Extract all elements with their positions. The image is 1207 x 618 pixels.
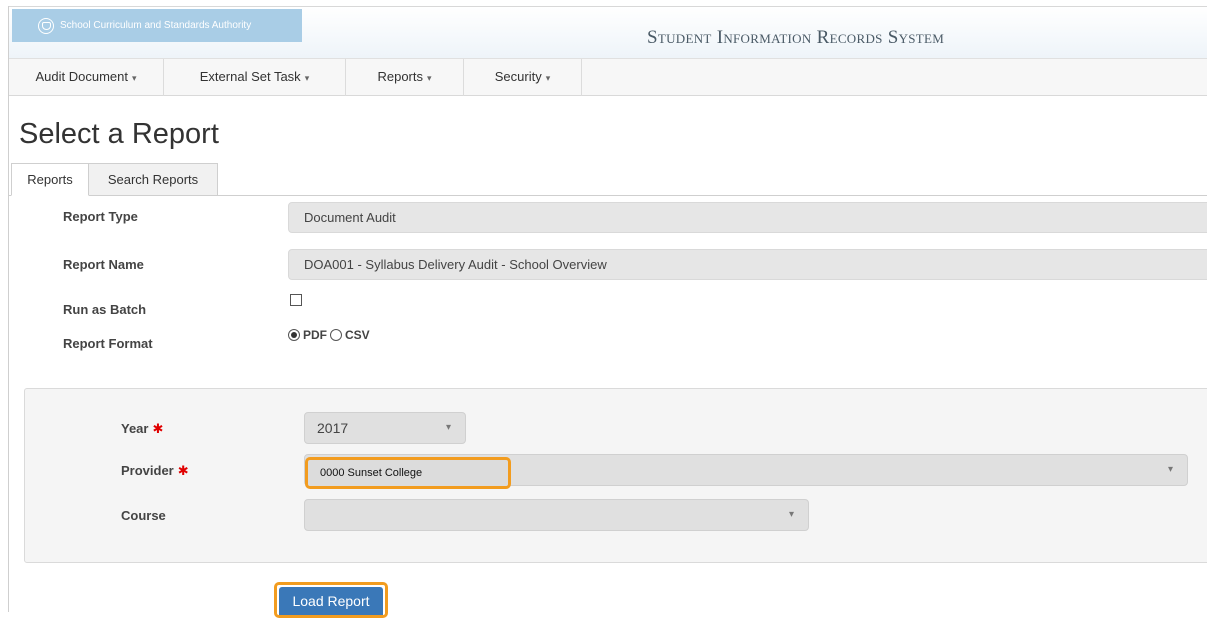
nav-label: External Set Task — [199, 69, 301, 84]
report-format-label: Report Format — [63, 336, 153, 351]
run-as-batch-label: Run as Batch — [63, 302, 147, 317]
radio-pdf-label: PDF — [303, 328, 327, 342]
run-as-batch-checkbox[interactable] — [290, 294, 302, 306]
provider-label: Provider ✱ — [121, 463, 189, 479]
nav-label: Reports — [377, 69, 423, 84]
app-header: School Curriculum and Standards Authorit… — [9, 7, 1207, 58]
nav-label: Audit Document — [35, 69, 128, 84]
load-report-button[interactable]: Load Report — [279, 587, 383, 615]
year-select[interactable]: 2017 ▾ — [304, 412, 466, 444]
report-name-label: Report Name — [63, 257, 144, 272]
year-value: 2017 — [317, 420, 349, 436]
chevron-down-icon: ▾ — [427, 73, 432, 83]
main-nav: Audit Document ▾ External Set Task ▾ Repor… — [9, 58, 1207, 96]
chevron-down-icon: ▾ — [545, 73, 551, 83]
frame-left-border — [8, 6, 9, 612]
tab-reports[interactable]: Reports — [11, 163, 89, 196]
report-type-label: Report Type — [63, 209, 138, 224]
year-label: Year ✱ — [121, 421, 163, 437]
chevron-down-icon: ▾ — [304, 73, 310, 83]
radio-pdf[interactable] — [288, 329, 300, 341]
nav-external-set-task[interactable]: External Set Task ▾ — [164, 59, 346, 96]
nav-reports[interactable]: Reports ▾ — [346, 59, 464, 96]
nav-security[interactable]: Security ▾ — [464, 59, 582, 96]
chevron-down-icon: ▾ — [788, 509, 794, 520]
authority-name: School Curriculum and Standards Authorit… — [60, 20, 252, 31]
page-title: Select a Report — [19, 118, 219, 150]
tab-search-reports[interactable]: Search Reports — [88, 163, 218, 196]
provider-selected-value[interactable]: 0000 Sunset College — [305, 457, 511, 489]
course-select[interactable]: ▾ — [304, 499, 809, 531]
radio-csv[interactable] — [330, 329, 342, 341]
chevron-down-icon: ▾ — [1167, 464, 1173, 475]
required-icon: ✱ — [177, 463, 189, 478]
system-title: Student Information Records System — [647, 27, 945, 48]
provider-label-text: Provider — [121, 463, 174, 478]
report-name-field: DOA001 - Syllabus Delivery Audit - Schoo… — [288, 249, 1207, 280]
nav-label: Security — [494, 69, 542, 84]
nav-audit-document[interactable]: Audit Document ▾ — [9, 59, 164, 96]
authority-logo[interactable]: School Curriculum and Standards Authorit… — [12, 9, 302, 42]
load-report-highlight: Load Report — [274, 582, 388, 618]
crest-icon — [38, 17, 54, 34]
year-label-text: Year — [121, 421, 149, 436]
required-icon: ✱ — [152, 421, 164, 436]
tab-divider — [9, 195, 1207, 196]
radio-csv-label: CSV — [345, 328, 370, 342]
chevron-down-icon: ▾ — [445, 422, 451, 433]
report-format-options: PDF CSV — [288, 328, 370, 342]
report-type-field: Document Audit — [288, 202, 1207, 233]
chevron-down-icon: ▾ — [131, 73, 137, 83]
course-label: Course — [121, 508, 166, 523]
